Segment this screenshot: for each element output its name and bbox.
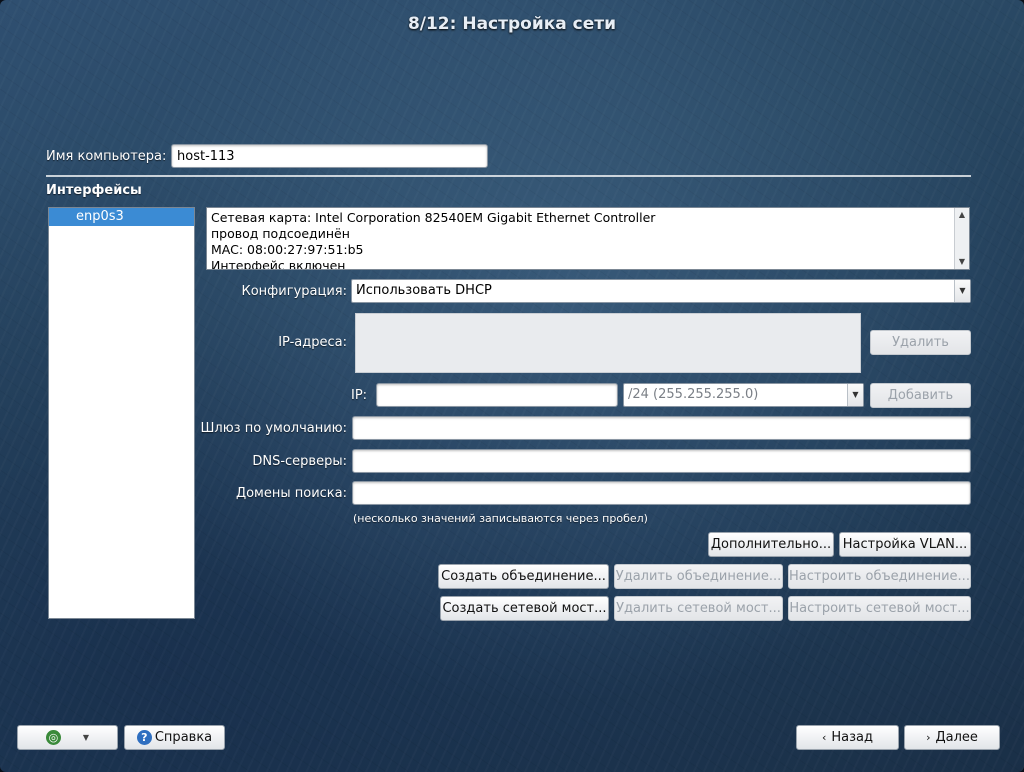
ip-addresses-label: IP-адреса: [278, 335, 347, 350]
chevron-down-icon[interactable]: ▼ [847, 384, 863, 406]
delete-ip-button[interactable]: Удалить [870, 330, 971, 355]
info-line: Интерфейс включен [211, 258, 346, 270]
chevron-down-icon[interactable]: ▼ [954, 280, 970, 302]
delete-bridge-button[interactable]: Удалить сетевой мост... [614, 596, 783, 621]
dns-label: DNS-серверы: [252, 454, 347, 469]
help-icon: ? [136, 730, 152, 745]
back-button-label: Назад [831, 730, 873, 745]
info-line: Сетевая карта: Intel Corporation 82540EM… [211, 210, 656, 225]
add-ip-button[interactable]: Добавить [870, 383, 971, 408]
configure-bridge-button[interactable]: Настроить сетевой мост... [788, 596, 971, 621]
installer-window: 8/12: Настройка сети Имя компьютера: Инт… [0, 0, 1024, 772]
help-button-label: Справка [154, 730, 213, 745]
hostname-input[interactable] [171, 144, 488, 168]
configuration-select[interactable]: Использовать DHCP ▼ [351, 279, 971, 303]
help-button[interactable]: ? Справка [124, 725, 225, 750]
configuration-label: Конфигурация: [241, 284, 348, 299]
delete-bond-button[interactable]: Удалить объединение... [614, 564, 783, 589]
info-scrollbar[interactable]: ▲ ▼ [954, 208, 969, 269]
netmask-value: /24 (255.255.255.0) [628, 387, 759, 402]
create-bridge-button[interactable]: Создать сетевой мост... [440, 596, 609, 621]
scroll-down-icon[interactable]: ▼ [955, 256, 969, 268]
gateway-input[interactable] [352, 416, 971, 440]
advanced-button[interactable]: Дополнительно... [708, 532, 834, 557]
create-bond-button[interactable]: Создать объединение... [438, 564, 609, 589]
search-domains-hint: (несколько значений записываются через п… [353, 512, 648, 525]
chevron-right-icon: › [926, 731, 931, 744]
next-button-label: Далее [935, 730, 978, 745]
chevron-down-icon: ▼ [82, 733, 90, 742]
interface-item-enp0s3[interactable]: enp0s3 [49, 208, 194, 226]
configuration-value: Использовать DHCP [356, 283, 492, 298]
vlan-settings-button[interactable]: Настройка VLAN... [839, 532, 971, 557]
search-domains-input[interactable] [352, 481, 971, 505]
configure-bond-button[interactable]: Настроить объединение... [788, 564, 971, 589]
info-line: провод подсоединён [211, 226, 350, 241]
ip-input[interactable] [376, 383, 618, 407]
interfaces-section-label: Интерфейсы [46, 183, 142, 198]
search-domains-label: Домены поиска: [235, 486, 347, 501]
scroll-up-icon[interactable]: ▲ [955, 209, 969, 221]
gateway-label: Шлюз по умолчанию: [200, 421, 347, 436]
next-button[interactable]: › Далее [904, 725, 1000, 750]
dns-input[interactable] [352, 449, 971, 473]
footer-menu-button[interactable]: ◎ ▼ [17, 725, 118, 750]
ip-addresses-list[interactable] [355, 313, 861, 373]
interfaces-list[interactable]: enp0s3 [48, 207, 195, 619]
hostname-label: Имя компьютера: [46, 149, 167, 164]
netmask-select[interactable]: /24 (255.255.255.0) ▼ [623, 383, 864, 407]
section-divider [46, 175, 971, 177]
chevron-left-icon: ‹ [821, 731, 827, 744]
interface-info-box[interactable]: Сетевая карта: Intel Corporation 82540EM… [206, 207, 970, 270]
window-title: 8/12: Настройка сети [407, 14, 617, 34]
globe-icon: ◎ [45, 730, 61, 745]
info-line: MAC: 08:00:27:97:51:b5 [211, 242, 364, 257]
back-button[interactable]: ‹ Назад [796, 725, 899, 750]
ip-label: IP: [351, 388, 368, 403]
